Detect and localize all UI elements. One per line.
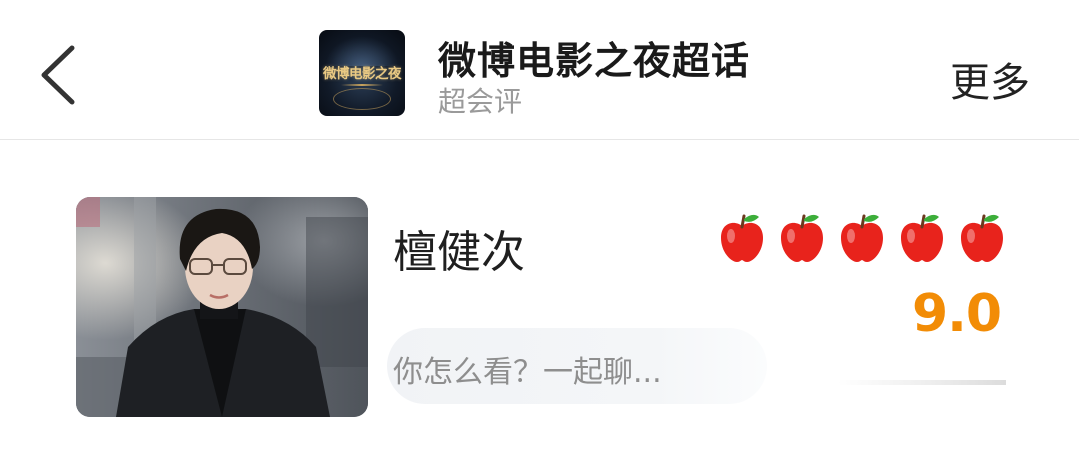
back-button[interactable]	[34, 42, 84, 108]
apple-rating	[717, 212, 1017, 264]
actor-name: 檀健次	[393, 227, 525, 278]
logo-ring	[333, 88, 391, 110]
actor-photo[interactable]	[76, 197, 368, 417]
rating-score: 9.0	[912, 284, 1002, 344]
apple-icon	[777, 212, 827, 264]
apple-icon	[957, 212, 1007, 264]
actor-photo-image	[76, 197, 368, 417]
apple-icon	[717, 212, 767, 264]
top-nav-bar: 微博电影之夜 微博电影之夜超话 超会评 更多	[0, 0, 1079, 140]
more-button[interactable]: 更多	[950, 50, 1030, 108]
score-divider	[838, 380, 1006, 385]
logo-divider	[341, 84, 383, 86]
comment-placeholder: 你怎么看？一起聊...	[393, 355, 662, 390]
chevron-left-icon	[41, 45, 75, 105]
supertopic-logo[interactable]: 微博电影之夜	[319, 30, 405, 116]
page-subtitle: 超会评	[438, 85, 523, 118]
comment-input[interactable]: 你怎么看？一起聊...	[387, 328, 767, 404]
apple-icon	[897, 212, 947, 264]
apple-icon	[837, 212, 887, 264]
logo-text: 微博电影之夜	[323, 66, 402, 82]
page-title[interactable]: 微博电影之夜超话	[438, 30, 750, 85]
